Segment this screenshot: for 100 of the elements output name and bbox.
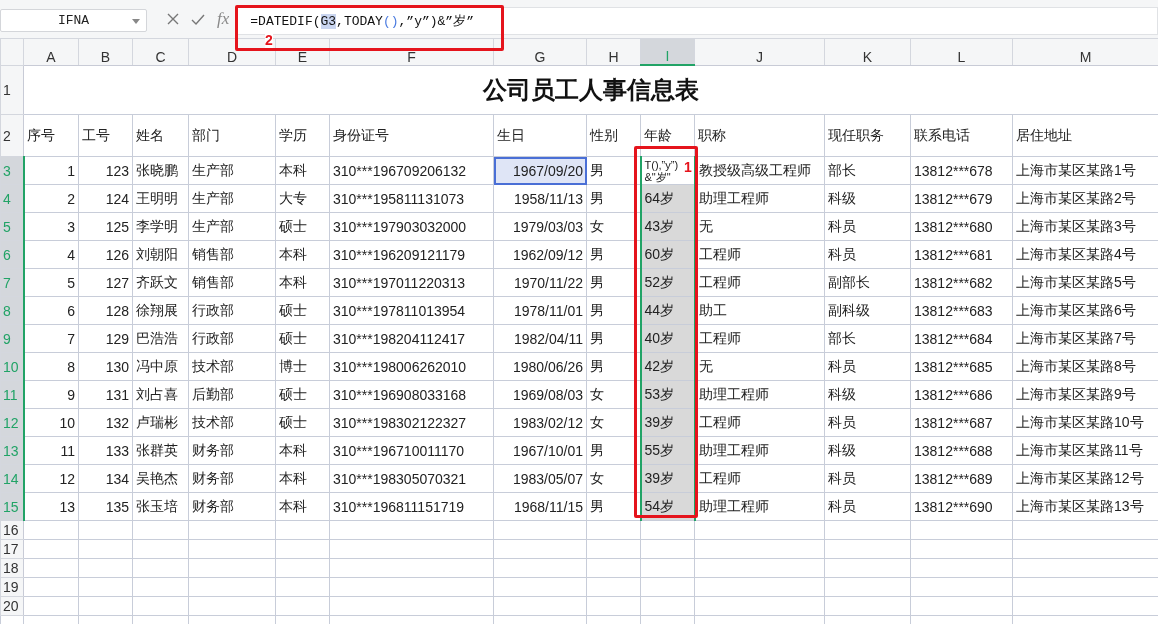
table-cell: 13812***689 bbox=[910, 464, 1013, 493]
table-cell: 张玉培 bbox=[132, 492, 189, 521]
table-cell: 行政部 bbox=[188, 324, 276, 353]
table-cell: 上海市某区某路2号 bbox=[1012, 184, 1158, 213]
table-cell: 吴艳杰 bbox=[132, 464, 189, 493]
table-cell: 1978/11/01 bbox=[493, 296, 587, 325]
table-cell: 310***197811013954 bbox=[329, 296, 494, 325]
table-cell: 310***196710011170 bbox=[329, 436, 494, 465]
table-cell: 13812***678 bbox=[910, 156, 1013, 185]
table-cell: 1982/04/11 bbox=[493, 324, 587, 353]
table-cell: 李学明 bbox=[132, 212, 189, 241]
table-cell: 上海市某区某路4号 bbox=[1012, 240, 1158, 269]
table-cell: 1980/06/26 bbox=[493, 352, 587, 381]
close-icon[interactable] bbox=[167, 13, 179, 25]
table-cell: 43岁 bbox=[640, 212, 695, 241]
check-icon[interactable] bbox=[191, 13, 205, 25]
header-cell: 居住地址 bbox=[1012, 114, 1158, 157]
table-cell: 部长 bbox=[824, 324, 911, 353]
table-cell: 55岁 bbox=[640, 436, 695, 465]
table-cell: 13812***690 bbox=[910, 492, 1013, 521]
table-cell: 上海市某区某路11号 bbox=[1012, 436, 1158, 465]
table-cell: 刘占喜 bbox=[132, 380, 189, 409]
header-cell: 职称 bbox=[694, 114, 825, 157]
table-cell: 科员 bbox=[824, 352, 911, 381]
table-cell: 310***197011220313 bbox=[329, 268, 494, 297]
table-cell: 310***196908033168 bbox=[329, 380, 494, 409]
table-cell: 上海市某区某路3号 bbox=[1012, 212, 1158, 241]
table-cell: 44岁 bbox=[640, 296, 695, 325]
column-header[interactable]: A bbox=[23, 38, 79, 65]
header-cell: 姓名 bbox=[132, 114, 189, 157]
table-cell: 科级 bbox=[824, 184, 911, 213]
table-cell: 副科级 bbox=[824, 296, 911, 325]
row-number[interactable]: 2 bbox=[0, 114, 24, 157]
column-header[interactable]: M bbox=[1012, 38, 1158, 65]
annotation-number: 2 bbox=[265, 33, 273, 48]
column-header[interactable]: B bbox=[78, 38, 133, 65]
table-cell: 徐翔展 bbox=[132, 296, 189, 325]
table-cell: 科员 bbox=[824, 492, 911, 521]
table-cell: 生产部 bbox=[188, 156, 276, 185]
table-cell: 财务部 bbox=[188, 436, 276, 465]
table-cell: 巴浩浩 bbox=[132, 324, 189, 353]
formula-field[interactable]: =DATEDIF(G3,TODAY(),”y”)&”岁” bbox=[237, 7, 1158, 35]
table-cell: 13812***685 bbox=[910, 352, 1013, 381]
header-cell: 工号 bbox=[78, 114, 133, 157]
caret-icon[interactable] bbox=[132, 18, 140, 24]
table-cell: 1983/02/12 bbox=[493, 408, 587, 437]
header-cell: 身份证号 bbox=[329, 114, 494, 157]
table-cell: 行政部 bbox=[188, 296, 276, 325]
table-cell: 1979/03/03 bbox=[493, 212, 587, 241]
table-cell: 310***198305070321 bbox=[329, 464, 494, 493]
table-cell: 上海市某区某路13号 bbox=[1012, 492, 1158, 521]
table-cell: 13812***683 bbox=[910, 296, 1013, 325]
table-cell: 副部长 bbox=[824, 268, 911, 297]
table-cell: 53岁 bbox=[640, 380, 695, 409]
table-cell: 39岁 bbox=[640, 464, 695, 493]
table-cell: 310***196209121179 bbox=[329, 240, 494, 269]
cell-editor-text[interactable]: T(),”y”) &"岁" bbox=[644, 159, 679, 183]
table-cell: 技术部 bbox=[188, 408, 276, 437]
column-header[interactable]: H bbox=[586, 38, 641, 65]
table-cell: 张群英 bbox=[132, 436, 189, 465]
table-cell: 13812***680 bbox=[910, 212, 1013, 241]
table-cell: 310***196709206132 bbox=[329, 156, 494, 185]
table-cell: 销售部 bbox=[188, 268, 276, 297]
table-cell: 上海市某区某路10号 bbox=[1012, 408, 1158, 437]
header-cell: 联系电话 bbox=[910, 114, 1013, 157]
annotation-number: 1 bbox=[684, 160, 692, 175]
column-header[interactable]: K bbox=[824, 38, 911, 65]
table-cell: 13812***679 bbox=[910, 184, 1013, 213]
header-cell: 序号 bbox=[23, 114, 79, 157]
table-cell: 张晓鹏 bbox=[132, 156, 189, 185]
table-cell: 部长 bbox=[824, 156, 911, 185]
table-cell: 销售部 bbox=[188, 240, 276, 269]
column-header[interactable]: J bbox=[694, 38, 825, 65]
table-cell: 39岁 bbox=[640, 408, 695, 437]
table-cell: 财务部 bbox=[188, 464, 276, 493]
row-number[interactable]: 1 bbox=[0, 65, 24, 115]
table-cell: 刘朝阳 bbox=[132, 240, 189, 269]
table-cell: 60岁 bbox=[640, 240, 695, 269]
table-cell: 310***197903032000 bbox=[329, 212, 494, 241]
table-cell: 上海市某区某路8号 bbox=[1012, 352, 1158, 381]
header-cell: 学历 bbox=[275, 114, 330, 157]
table-cell: 上海市某区某路5号 bbox=[1012, 268, 1158, 297]
column-header[interactable]: C bbox=[132, 38, 189, 65]
table-cell: 42岁 bbox=[640, 352, 695, 381]
table-cell: 上海市某区某路7号 bbox=[1012, 324, 1158, 353]
table-cell: 310***198006262010 bbox=[329, 352, 494, 381]
table-cell: 科员 bbox=[824, 464, 911, 493]
table-cell: 13812***681 bbox=[910, 240, 1013, 269]
table-cell: 1958/11/13 bbox=[493, 184, 587, 213]
table-cell: 13812***687 bbox=[910, 408, 1013, 437]
table-cell: 1962/09/12 bbox=[493, 240, 587, 269]
table-cell: 科级 bbox=[824, 380, 911, 409]
table-cell: 科员 bbox=[824, 212, 911, 241]
table-cell: 40岁 bbox=[640, 324, 695, 353]
column-header[interactable]: L bbox=[910, 38, 1013, 65]
table-cell: 52岁 bbox=[640, 268, 695, 297]
table-cell: 冯中原 bbox=[132, 352, 189, 381]
column-header[interactable]: G bbox=[493, 38, 587, 65]
table-cell: 1967/10/01 bbox=[493, 436, 587, 465]
name-box[interactable]: IFNA bbox=[0, 8, 147, 32]
